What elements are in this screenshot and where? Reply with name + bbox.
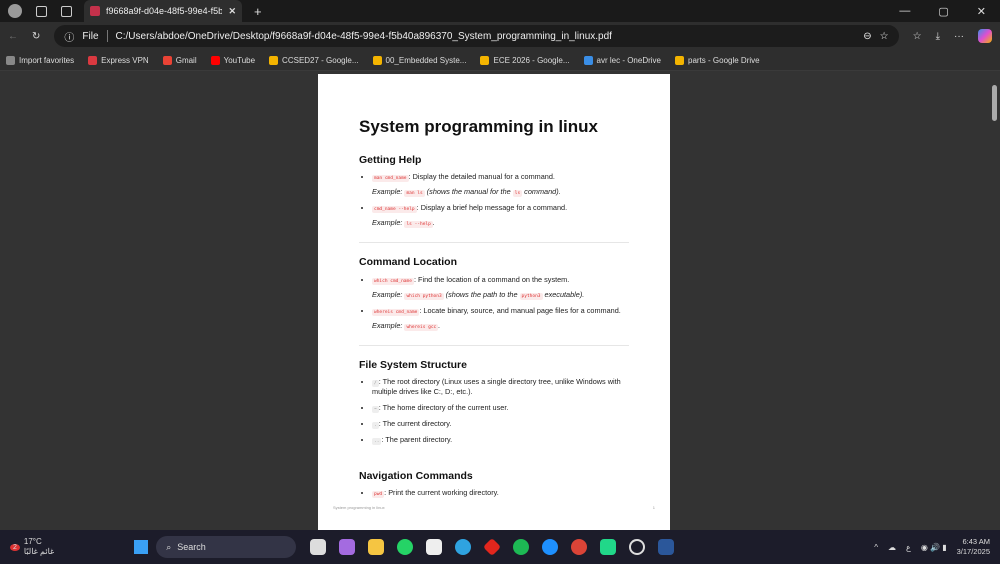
list-item: ~: The home directory of the current use… (372, 403, 629, 413)
pdf-viewer[interactable]: System programming in linux Getting Help… (0, 71, 1000, 530)
refresh-icon[interactable]: ↻ (32, 31, 40, 42)
profile-avatar[interactable] (8, 4, 22, 18)
workspaces-icon[interactable] (36, 5, 47, 17)
bookmark-item[interactable]: Import favorites (6, 55, 74, 65)
word-icon[interactable] (658, 539, 675, 555)
divider (359, 344, 629, 346)
page-number: 1 (652, 504, 655, 510)
bookmark-icon (88, 55, 98, 65)
bookmark-item[interactable]: ECE 2026 - Google... (480, 55, 570, 65)
back-icon[interactable]: ← (8, 31, 18, 42)
taskbar: 2 17°C غائم غالبًا ⌕ Search ^ ☁ ع ◉ 🔊 ▮ 6:4… (0, 530, 1000, 564)
copilot-app-icon[interactable] (339, 539, 356, 555)
start-button[interactable] (134, 540, 149, 554)
list-item: man cmd_name: Display the detailed manua… (372, 172, 629, 198)
store-icon[interactable] (426, 539, 443, 555)
favorite-star-icon[interactable]: ☆ (880, 31, 889, 42)
tab-pdf[interactable]: f9668a9f-d04e-48f5-99e4-f5b40a ✕ (84, 0, 242, 22)
bookmark-item[interactable]: Gmail (162, 55, 197, 65)
edge-icon[interactable] (455, 539, 472, 555)
anydesk-icon[interactable] (483, 537, 502, 557)
heading-file-system: File System Structure (359, 358, 467, 371)
app-icon[interactable] (542, 539, 559, 555)
list-item: pwd: Print the current working directory… (372, 488, 629, 499)
close-window-button[interactable]: ✕ (977, 5, 986, 18)
info-icon: ⓘ (64, 32, 75, 44)
clock[interactable]: 6:43 AM 3/17/2025 (957, 537, 990, 557)
list-item: cmd_name --help: Display a brief help me… (372, 203, 629, 229)
more-icon[interactable]: ··· (954, 31, 964, 42)
copilot-icon[interactable] (978, 29, 992, 43)
address-bar[interactable]: ⓘ File C:/Users/abdoe/OneDrive/Desktop/f96… (54, 25, 899, 47)
file-explorer-icon[interactable] (368, 539, 385, 555)
weather-widget[interactable]: 2 17°C غائم غالبًا (10, 537, 54, 556)
bookmark-icon (480, 55, 490, 65)
pdf-page: System programming in linux Getting Help… (318, 74, 670, 530)
doc-title: System programming in linux (359, 117, 598, 136)
list-item: ..: The parent directory. (372, 435, 629, 445)
bookmark-item[interactable]: 00_Embedded Syste... (372, 55, 466, 65)
tab-bar: f9668a9f-d04e-48f5-99e4-f5b40a ✕ + — ▢ ✕ (0, 0, 1000, 22)
scheme-label: File (82, 30, 99, 42)
bookmark-item[interactable]: YouTube (210, 55, 255, 65)
search-box[interactable]: ⌕ Search (156, 536, 297, 558)
chevron-up-icon[interactable]: ^ (874, 543, 878, 552)
language-indicator[interactable]: ع (906, 543, 911, 552)
chrome-icon[interactable] (571, 539, 588, 555)
tab-title: f9668a9f-d04e-48f5-99e4-f5b40a (106, 6, 223, 16)
bookmark-icon (6, 55, 15, 65)
page-footer: System programming in linux (333, 504, 385, 510)
bookmark-item[interactable]: CCSED27 - Google... (269, 55, 359, 65)
pdf-icon (90, 6, 100, 16)
scrollbar[interactable] (992, 85, 997, 121)
bookmark-icon (162, 55, 172, 65)
close-tab-icon[interactable]: ✕ (228, 6, 236, 17)
bookmark-icon (583, 55, 593, 65)
heading-getting-help: Getting Help (359, 153, 422, 166)
bookmark-item[interactable]: Express VPN (88, 55, 149, 65)
list-item: which cmd_name: Find the location of a c… (372, 275, 629, 300)
task-view-icon[interactable] (310, 539, 327, 555)
list-item: whereis cmd_name: Locate binary, source,… (372, 306, 629, 331)
bookmark-item[interactable]: avr lec - OneDrive (583, 55, 661, 65)
onedrive-icon[interactable]: ☁ (888, 543, 896, 552)
maximize-button[interactable]: ▢ (938, 5, 948, 18)
heading-navigation: Navigation Commands (359, 470, 473, 483)
list-item: /: The root directory (Linux uses a sing… (372, 377, 629, 397)
bookmark-item[interactable]: parts - Google Drive (675, 55, 760, 65)
bookmark-icon (675, 55, 684, 65)
clion-icon[interactable] (600, 539, 617, 555)
favorites-icon[interactable]: ☆ (913, 31, 922, 42)
divider (359, 242, 629, 244)
spotify-icon[interactable] (513, 539, 530, 555)
bookmark-icon (210, 55, 220, 65)
tab-actions-icon[interactable] (61, 5, 72, 17)
bookmarks-bar: Import favorites Express VPN Gmail YouTube C… (0, 50, 1000, 71)
wifi-icon[interactable]: ◉ 🔊 ▮ (921, 543, 947, 552)
list-item: .: The current directory. (372, 419, 629, 429)
new-tab-button[interactable]: + (254, 4, 262, 19)
zoom-icon[interactable]: ⊖ (863, 31, 871, 42)
minimize-button[interactable]: — (899, 5, 910, 18)
toolbar: ← ↻ ⓘ File C:/Users/abdoe/OneDrive/Desktop… (0, 22, 1000, 50)
downloads-icon[interactable]: ⤓ (936, 31, 940, 42)
obs-icon[interactable] (629, 539, 646, 555)
bookmark-icon (269, 55, 279, 65)
url-text[interactable]: C:/Users/abdoe/OneDrive/Desktop/f9668a9f… (116, 31, 856, 42)
search-icon: ⌕ (166, 541, 172, 552)
heading-command-location: Command Location (359, 256, 458, 269)
whatsapp-icon[interactable] (397, 539, 414, 555)
bookmark-icon (372, 55, 382, 65)
